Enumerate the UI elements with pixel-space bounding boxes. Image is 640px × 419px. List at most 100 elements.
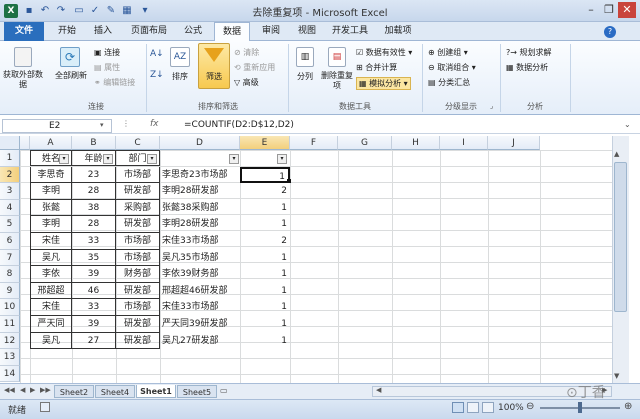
tab-file[interactable]: 文件 (4, 22, 44, 41)
row-header-5[interactable]: 5 (0, 216, 20, 233)
row-header-3[interactable]: 3 (0, 183, 20, 200)
cell-name[interactable]: 吴凡 (30, 332, 72, 350)
sheet-nav-next-icon[interactable]: ▶ (30, 386, 35, 394)
insert-function-icon[interactable]: fx (150, 119, 159, 129)
scroll-up-icon[interactable]: ▲ (614, 150, 619, 158)
active-cell[interactable]: 1 (240, 166, 290, 184)
get-external-data-button[interactable]: 获取外部数据 (2, 70, 44, 90)
close-icon[interactable]: ✕ (618, 2, 636, 18)
cell-dept[interactable]: 市场部 (116, 166, 160, 184)
tab-data[interactable]: 数据 (214, 22, 250, 42)
subtotal-button[interactable]: ▤ 分类汇总 (428, 77, 470, 88)
cell-concat[interactable]: 李依39财务部 (160, 266, 240, 283)
edit-links-button[interactable]: ⚭ 编辑链接 (94, 77, 135, 88)
cell-concat[interactable]: 严天同39研发部 (160, 316, 240, 333)
insert-sheet-icon[interactable]: ▭ (220, 386, 228, 395)
tab-developer[interactable]: 开发工具 (328, 22, 372, 41)
tab-page-layout[interactable]: 页面布局 (124, 22, 174, 41)
cell-name[interactable]: 宋佳 (30, 299, 72, 316)
save-icon[interactable]: ▪ (22, 4, 36, 18)
data-validation-button[interactable]: ☑ 数据有效性 ▾ (356, 47, 412, 58)
sheet-tab[interactable]: Sheet5 (177, 385, 217, 398)
tab-addins[interactable]: 加载项 (378, 22, 418, 41)
normal-view-icon[interactable] (452, 402, 464, 413)
tab-review[interactable]: 审阅 (254, 22, 288, 41)
cell-name[interactable]: 严天同 (30, 316, 72, 333)
filter-dropdown-icon[interactable]: ▾ (59, 154, 69, 164)
select-all-corner[interactable] (0, 136, 20, 150)
cell-age[interactable]: 46 (72, 282, 116, 300)
cell-dept[interactable]: 研发部 (116, 316, 160, 333)
clear-filter-button[interactable]: ⊘ 清除 (234, 47, 259, 58)
tab-view[interactable]: 视图 (290, 22, 324, 41)
name-box-dropdown-icon[interactable]: ▾ (100, 121, 104, 129)
help-icon[interactable]: ? (604, 26, 616, 38)
scroll-down-icon[interactable]: ▼ (614, 372, 619, 380)
cell-concat[interactable]: 宋佳33市场部 (160, 233, 240, 250)
cell-name[interactable]: 李依 (30, 266, 72, 283)
sheet-tab[interactable]: Sheet1 (136, 385, 176, 398)
scroll-thumb[interactable] (614, 162, 627, 312)
column-header-c[interactable]: C (116, 136, 160, 150)
filter-dropdown-icon[interactable]: ▾ (277, 154, 287, 164)
solver-button[interactable]: ?→ 规划求解 (506, 47, 552, 58)
cell-age[interactable]: 35 (72, 249, 116, 267)
consolidate-button[interactable]: ⊞ 合并计算 (356, 62, 397, 73)
remove-duplicates-button[interactable]: 删除重复项 (320, 71, 354, 91)
cell-name[interactable]: 李思奇 (30, 166, 72, 184)
cell-dept[interactable]: 财务部 (116, 266, 160, 283)
column-header-f[interactable]: F (290, 136, 338, 150)
cell-age[interactable]: 28 (72, 216, 116, 233)
cell-count[interactable]: 1 (240, 316, 290, 333)
cell-count[interactable]: 1 (240, 200, 290, 217)
expand-formula-bar-icon[interactable]: ⌄ (624, 120, 631, 129)
cell-concat[interactable]: 邢超超46研发部 (160, 283, 240, 300)
cell-name[interactable]: 张懿 (30, 199, 72, 217)
filter-dropdown-icon[interactable]: ▾ (229, 154, 239, 164)
format-painter-icon[interactable]: ✎ (104, 4, 118, 18)
restore-icon[interactable]: ❐ (600, 2, 618, 18)
zoom-slider-thumb[interactable] (578, 402, 582, 413)
advanced-filter-button[interactable]: ▽ 高级 (234, 77, 259, 88)
macro-record-icon[interactable] (40, 402, 50, 412)
cell-dept[interactable]: 研发部 (116, 216, 160, 233)
formula-input[interactable]: =COUNTIF(D2:D$12,D2) (184, 119, 294, 132)
filter-dropdown-icon[interactable]: ▾ (147, 154, 157, 164)
cell-age[interactable]: 33 (72, 299, 116, 316)
row-header-6[interactable]: 6 (0, 233, 20, 250)
tab-formulas[interactable]: 公式 (176, 22, 210, 41)
zoom-in-icon[interactable]: ⊕ (624, 401, 632, 412)
row-header-7[interactable]: 7 (0, 249, 20, 267)
cell-concat[interactable]: 李明28研发部 (160, 183, 240, 200)
row-header-1[interactable]: 1 (0, 150, 20, 167)
properties-button[interactable]: ▤ 属性 (94, 62, 120, 73)
column-header-b[interactable]: B (72, 136, 116, 150)
cell-concat[interactable]: 张懿38采购部 (160, 200, 240, 217)
row-header-11[interactable]: 11 (0, 316, 20, 333)
sheet-tab[interactable]: Sheet4 (95, 385, 135, 398)
cell-dept[interactable]: 研发部 (116, 332, 160, 350)
zoom-out-icon[interactable]: ⊖ (526, 401, 534, 412)
column-header-a[interactable]: A (30, 136, 72, 150)
column-header-e[interactable]: E (240, 136, 290, 150)
cell-count[interactable]: 1 (240, 333, 290, 350)
cell-age[interactable]: 23 (72, 166, 116, 184)
cell-dept[interactable]: 采购部 (116, 199, 160, 217)
cell-dept[interactable]: 研发部 (116, 183, 160, 200)
cell-dept[interactable]: 市场部 (116, 233, 160, 250)
cell-name[interactable]: 李明 (30, 216, 72, 233)
cell-age[interactable]: 33 (72, 233, 116, 250)
what-if-analysis-button[interactable]: ▦ 模拟分析 ▾ (356, 77, 411, 90)
row-header-10[interactable]: 10 (0, 299, 20, 316)
tab-home[interactable]: 开始 (50, 22, 84, 41)
redo-icon[interactable]: ↷ (54, 4, 68, 18)
text-to-columns-button[interactable]: 分列 (290, 72, 320, 82)
cell-dept[interactable]: 研发部 (116, 282, 160, 300)
refresh-all-button[interactable]: 全部刷新 (50, 71, 92, 81)
cell-count[interactable]: 1 (240, 216, 290, 233)
cell-name[interactable]: 李明 (30, 183, 72, 200)
connections-button[interactable]: ▣ 连接 (94, 47, 120, 58)
fill-handle[interactable] (287, 179, 291, 183)
table-icon[interactable]: ▦ (120, 4, 134, 18)
group-button[interactable]: ⊕ 创建组 ▾ (428, 47, 468, 58)
